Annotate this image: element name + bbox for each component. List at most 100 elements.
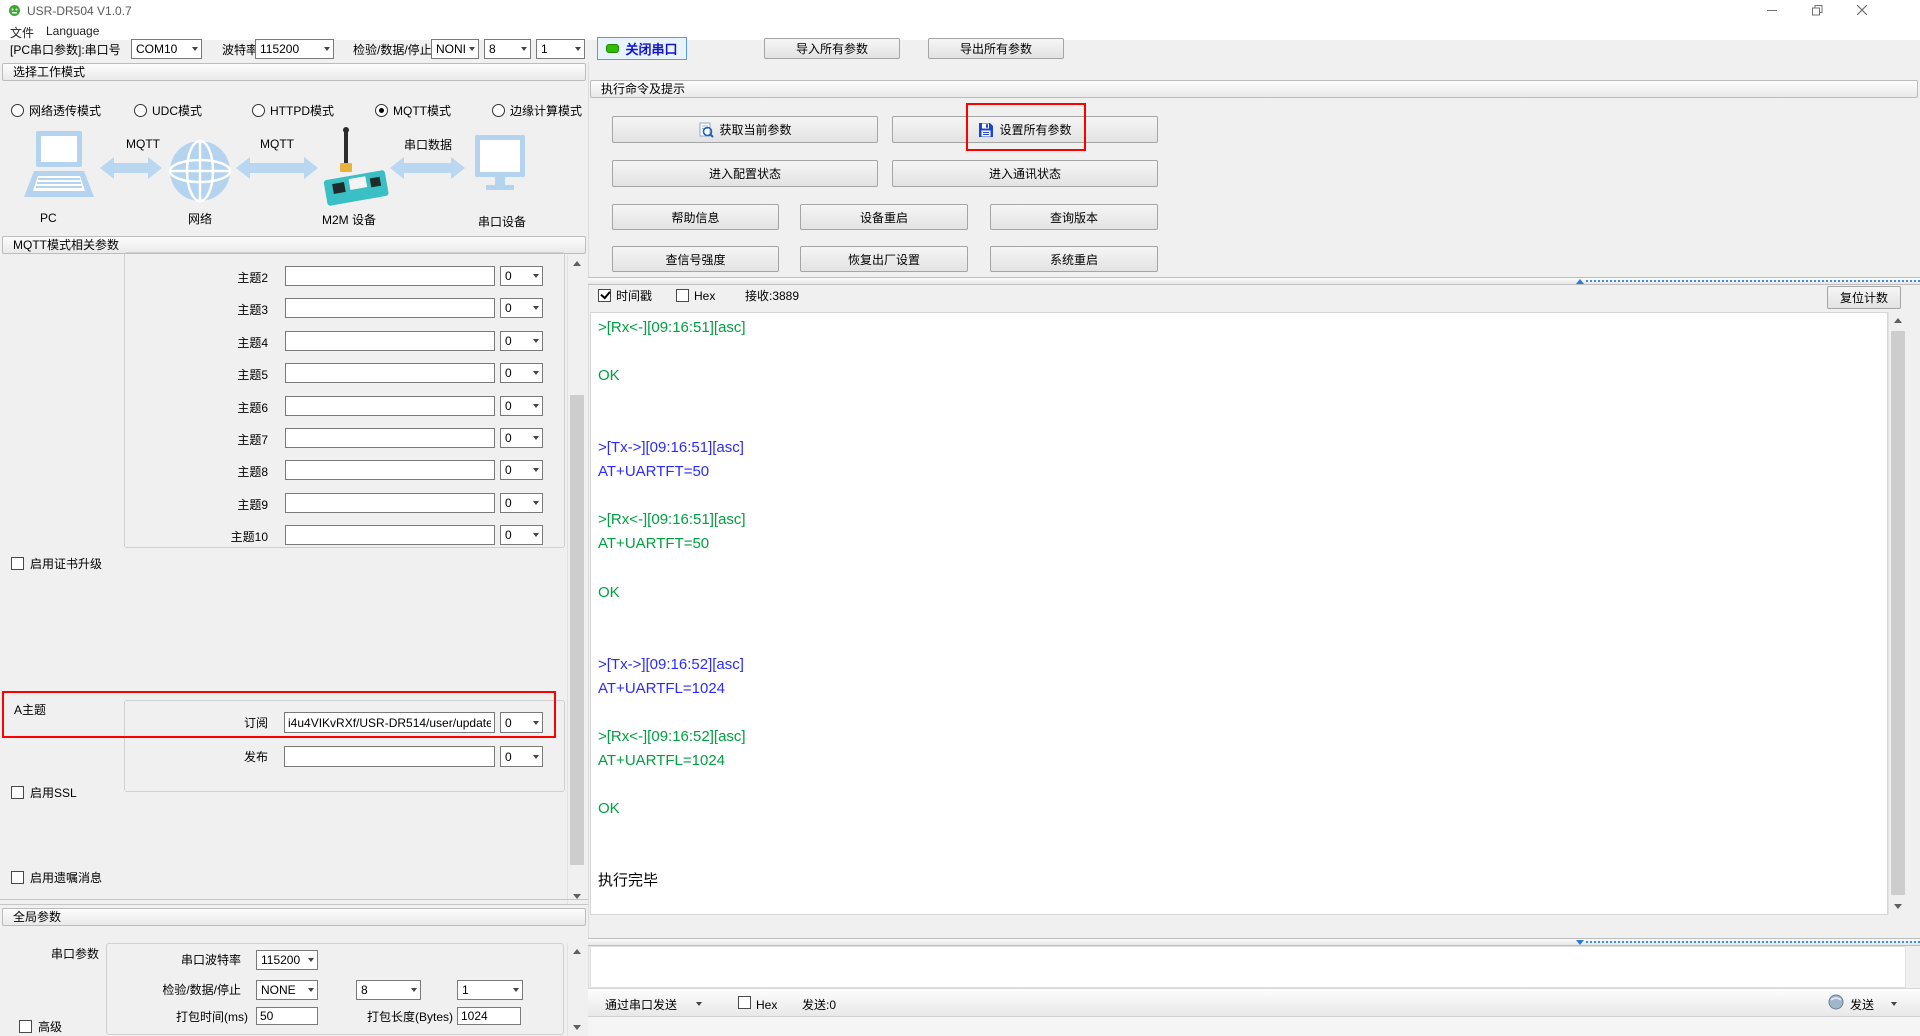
radio-icon[interactable] xyxy=(134,104,147,117)
topic-label: 主题2 xyxy=(180,269,268,286)
global-params-header: 全局参数 xyxy=(2,908,586,926)
log-line: AT+UARTFL=1024 xyxy=(598,677,1878,701)
topic-qos-select[interactable]: 0 xyxy=(500,363,543,383)
topic-qos-select[interactable]: 0 xyxy=(500,525,543,545)
work-mode-option[interactable]: 边缘计算模式 xyxy=(492,102,587,119)
work-mode-option[interactable]: UDC模式 xyxy=(134,102,252,119)
send-text-area[interactable] xyxy=(590,946,1906,988)
menu-file[interactable]: 文件 xyxy=(6,23,38,42)
splitter-grip[interactable] xyxy=(1586,941,1920,945)
com-port-select[interactable]: COM10 xyxy=(131,39,202,59)
chevron-down-icon[interactable] xyxy=(696,1002,702,1006)
cert-upgrade-checkbox[interactable] xyxy=(11,557,24,570)
subscribe-qos-select[interactable]: 0 xyxy=(500,712,543,733)
send-via-label[interactable]: 通过串口发送 xyxy=(605,998,677,1012)
topic-qos-select[interactable]: 0 xyxy=(500,331,543,351)
publish-qos-select[interactable]: 0 xyxy=(500,746,543,767)
query-version-button[interactable]: 查询版本 xyxy=(990,204,1158,230)
serial-stopbits-select[interactable]: 1 xyxy=(457,980,523,1000)
pack-length-input[interactable] xyxy=(457,1007,521,1025)
serial-databits-select[interactable]: 8 xyxy=(356,980,421,1000)
parity-select[interactable]: NONI xyxy=(431,39,479,59)
global-params-scrollbar[interactable] xyxy=(567,943,586,1036)
topic-input[interactable] xyxy=(285,266,495,286)
chevron-down-icon[interactable] xyxy=(1891,1002,1897,1006)
topic-input[interactable] xyxy=(285,331,495,351)
get-params-button[interactable]: 获取当前参数 xyxy=(612,116,878,143)
work-mode-option[interactable]: HTTPD模式 xyxy=(252,102,375,119)
query-signal-button[interactable]: 查信号强度 xyxy=(612,246,779,272)
topic-input[interactable] xyxy=(285,493,495,513)
export-params-button[interactable]: 导出所有参数 xyxy=(928,38,1064,59)
enter-comm-button[interactable]: 进入通讯状态 xyxy=(892,160,1158,187)
topic-input[interactable] xyxy=(285,428,495,448)
restore-button[interactable] xyxy=(1800,0,1834,20)
publish-topic-input[interactable] xyxy=(284,746,495,767)
topic-input[interactable] xyxy=(285,460,495,480)
reset-counter-button[interactable]: 复位计数 xyxy=(1827,286,1901,309)
topic-row: 主题3 0 xyxy=(0,294,566,326)
system-restart-button[interactable]: 系统重启 xyxy=(990,246,1158,272)
chevron-down-icon xyxy=(533,339,539,343)
topic-label: 主题6 xyxy=(180,399,268,416)
scrollbar-thumb[interactable] xyxy=(1891,331,1905,895)
topic-input[interactable] xyxy=(285,298,495,318)
pack-time-input[interactable] xyxy=(256,1007,318,1025)
work-mode-label: MQTT模式 xyxy=(393,102,451,119)
scroll-up-icon[interactable] xyxy=(568,255,586,272)
radio-icon[interactable] xyxy=(492,104,505,117)
scroll-up-icon[interactable] xyxy=(568,943,586,960)
mqtt-params-scrollbar[interactable] xyxy=(567,255,586,905)
import-params-button[interactable]: 导入所有参数 xyxy=(764,38,900,59)
topic-input[interactable] xyxy=(285,525,495,545)
topic-row: 主题10 0 xyxy=(0,521,566,553)
log-scrollbar[interactable] xyxy=(1888,312,1906,915)
send-hex-checkbox[interactable] xyxy=(738,996,751,1009)
stopbits-select[interactable]: 1 xyxy=(536,39,585,59)
databits-select[interactable]: 8 xyxy=(484,39,531,59)
serial-baud-select[interactable]: 115200 xyxy=(256,950,318,970)
close-port-button[interactable]: 关闭串口 xyxy=(597,37,687,60)
topic-qos-select[interactable]: 0 xyxy=(500,298,543,318)
advanced-checkbox[interactable] xyxy=(19,1020,32,1033)
scroll-down-icon[interactable] xyxy=(1889,898,1906,915)
chevron-down-icon xyxy=(469,47,475,51)
topic-qos-select[interactable]: 0 xyxy=(500,428,543,448)
splitter-grip[interactable] xyxy=(1586,280,1920,284)
status-bar xyxy=(588,1016,1920,1036)
help-info-button[interactable]: 帮助信息 xyxy=(612,204,779,230)
scroll-up-icon[interactable] xyxy=(1889,312,1906,329)
topic-qos-select[interactable]: 0 xyxy=(500,266,543,286)
menu-language[interactable]: Language xyxy=(42,23,103,39)
log-splitter[interactable] xyxy=(588,277,1920,285)
ssl-checkbox[interactable] xyxy=(11,786,24,799)
radio-icon[interactable] xyxy=(11,104,24,117)
send-splitter[interactable] xyxy=(588,938,1920,946)
radio-icon[interactable] xyxy=(375,104,388,117)
topic-row: 主题2 0 xyxy=(0,262,566,294)
will-message-checkbox[interactable] xyxy=(11,871,24,884)
work-mode-option[interactable]: MQTT模式 xyxy=(375,102,492,119)
topic-qos-select[interactable]: 0 xyxy=(500,493,543,513)
scrollbar-thumb[interactable] xyxy=(570,395,584,865)
radio-icon[interactable] xyxy=(252,104,265,117)
scroll-down-icon[interactable] xyxy=(568,1019,586,1036)
send-button[interactable]: 发送 xyxy=(1850,998,1874,1012)
work-mode-option[interactable]: 网络透传模式 xyxy=(11,102,134,119)
minimize-button[interactable] xyxy=(1755,0,1789,20)
topic-qos-select[interactable]: 0 xyxy=(500,396,543,416)
timestamp-checkbox[interactable] xyxy=(598,289,611,302)
subscribe-topic-input[interactable] xyxy=(284,712,495,733)
scroll-down-icon[interactable] xyxy=(568,888,586,905)
serial-parity-select[interactable]: NONE xyxy=(256,980,318,1000)
topic-input[interactable] xyxy=(285,363,495,383)
close-button[interactable] xyxy=(1845,0,1879,20)
topic-qos-select[interactable]: 0 xyxy=(500,460,543,480)
rx-hex-checkbox[interactable] xyxy=(676,289,689,302)
factory-reset-button[interactable]: 恢复出厂设置 xyxy=(800,246,968,272)
serial-params-label: 串口参数 xyxy=(51,947,99,961)
enter-config-button[interactable]: 进入配置状态 xyxy=(612,160,878,187)
topic-input[interactable] xyxy=(285,396,495,416)
device-restart-button[interactable]: 设备重启 xyxy=(800,204,968,230)
baud-select[interactable]: 115200 xyxy=(255,39,334,59)
